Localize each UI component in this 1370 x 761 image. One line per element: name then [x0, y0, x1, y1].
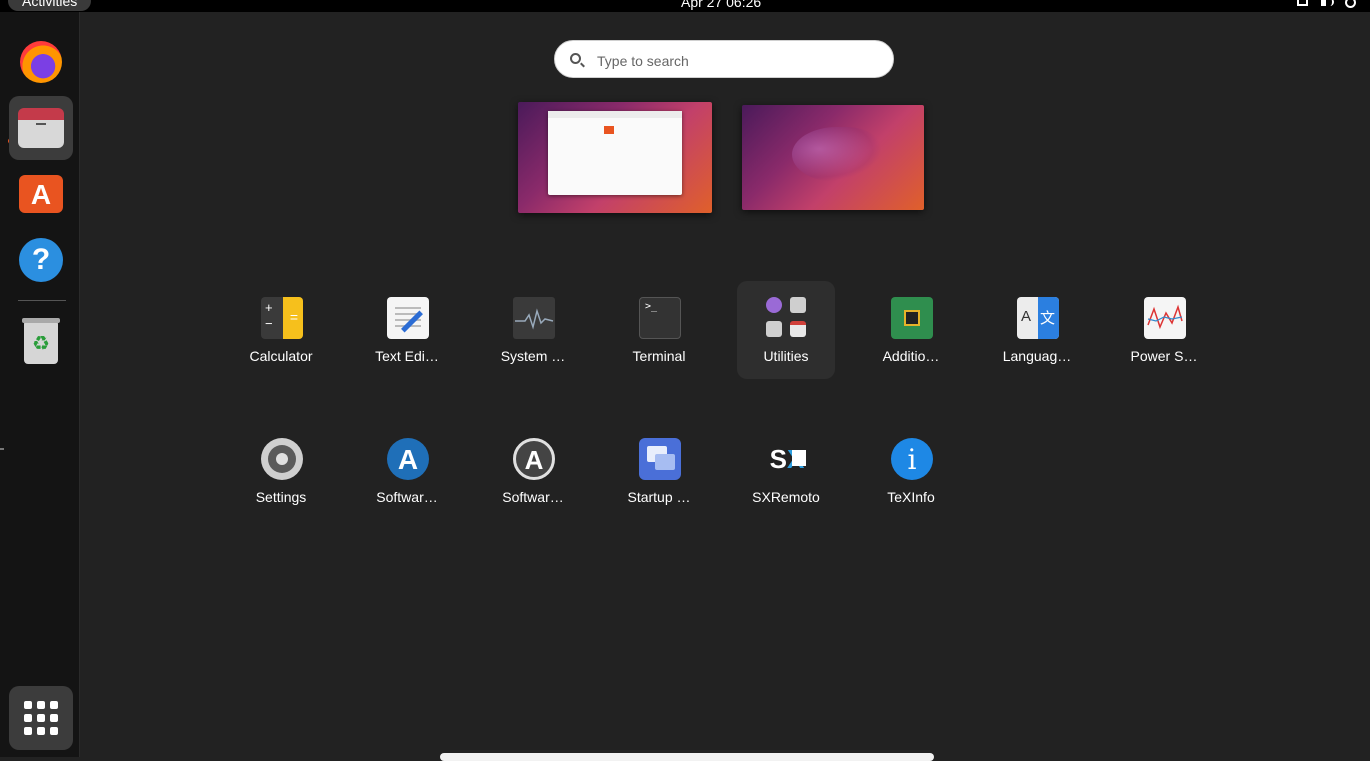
app-language-support[interactable]: A文 Languag… — [988, 281, 1086, 379]
app-label: System … — [500, 348, 566, 364]
language-support-icon: A文 — [1017, 297, 1059, 339]
app-sxremoto[interactable]: SX SXRemoto — [737, 422, 835, 520]
software-properties-icon: A — [513, 438, 555, 480]
dock-item-files[interactable] — [9, 96, 73, 160]
app-utilities-folder[interactable]: Utilities — [737, 281, 835, 379]
app-grid-dot — [37, 701, 45, 709]
dock-item-ubuntu-software[interactable]: A — [9, 162, 73, 226]
calculator-icon: + − = — [261, 297, 303, 339]
help-icon: ? — [19, 238, 63, 282]
network-icon[interactable] — [1296, 0, 1310, 8]
app-grid-dot — [37, 714, 45, 722]
app-software-properties[interactable]: A Softwar… — [484, 422, 582, 520]
app-startup-applications[interactable]: Startup … — [610, 422, 708, 520]
system-tray[interactable] — [1296, 0, 1358, 8]
app-system-monitor[interactable]: System … — [484, 281, 582, 379]
sxremoto-icon: SX — [766, 438, 808, 480]
app-grid-dot — [24, 727, 32, 735]
files-icon — [18, 108, 64, 148]
app-software-updater[interactable]: A Softwar… — [358, 422, 456, 520]
clock[interactable]: Apr 27 06:26 — [681, 0, 761, 10]
top-bar: Activities Apr 27 06:26 — [0, 0, 1370, 12]
firefox-icon — [20, 41, 62, 83]
app-label: Text Edi… — [375, 348, 439, 364]
folder-preview — [766, 321, 782, 337]
volume-icon[interactable] — [1320, 0, 1334, 8]
store-icon: A — [19, 175, 63, 213]
dock-item-firefox[interactable] — [9, 30, 73, 94]
app-calculator[interactable]: + − = Calculator — [232, 281, 330, 379]
power-statistics-icon — [1144, 297, 1186, 339]
app-additional-drivers[interactable]: Additio… — [862, 281, 960, 379]
texinfo-icon: i — [891, 438, 933, 480]
dock-item-help[interactable]: ? — [9, 228, 73, 292]
app-label: Startup … — [627, 489, 691, 505]
terminal-icon — [639, 297, 681, 339]
app-label: Terminal — [632, 348, 686, 364]
wallpaper-jellyfish — [792, 127, 882, 182]
settings-icon — [261, 438, 303, 480]
app-label: Softwar… — [502, 489, 564, 505]
app-texinfo[interactable]: i TeXInfo — [862, 422, 960, 520]
app-terminal[interactable]: Terminal — [610, 281, 708, 379]
search-bar[interactable] — [554, 40, 894, 78]
dock-separator — [18, 300, 66, 301]
show-applications-button[interactable] — [9, 686, 73, 750]
trash-icon: ♻ — [22, 318, 60, 364]
software-updater-icon: A — [387, 438, 429, 480]
edge-mark — [0, 448, 4, 450]
app-grid-icon — [24, 701, 32, 709]
app-grid-dot — [37, 727, 45, 735]
startup-applications-icon — [639, 438, 681, 480]
text-editor-icon — [387, 297, 429, 339]
app-text-editor[interactable]: Text Edi… — [358, 281, 456, 379]
app-grid-dot — [24, 714, 32, 722]
additional-drivers-icon — [891, 297, 933, 339]
app-label: Settings — [255, 489, 307, 505]
dock: A ? ♻ — [0, 12, 80, 757]
app-label: TeXInfo — [887, 489, 935, 505]
folder-preview — [790, 321, 806, 337]
search-input[interactable] — [595, 49, 879, 73]
app-label: Languag… — [1002, 348, 1072, 364]
workspace-thumbnail-2[interactable] — [742, 105, 924, 210]
app-grid-dot — [50, 701, 58, 709]
app-label: Softwar… — [376, 489, 438, 505]
app-grid-dot — [50, 714, 58, 722]
app-label: Additio… — [882, 348, 940, 364]
app-settings[interactable]: Settings — [232, 422, 330, 520]
app-label: Calculator — [249, 348, 313, 364]
app-label: Utilities — [763, 348, 809, 364]
dock-item-trash[interactable]: ♻ — [9, 310, 73, 374]
utilities-folder-icon — [766, 297, 808, 339]
app-grid-dot — [50, 727, 58, 735]
page-indicator[interactable] — [440, 753, 934, 761]
folder-preview — [766, 297, 782, 313]
search-icon — [570, 53, 581, 64]
power-icon[interactable] — [1344, 0, 1358, 8]
workspace-thumbnail-1[interactable] — [518, 102, 712, 213]
app-label: SXRemoto — [752, 489, 820, 505]
folder-preview — [790, 297, 806, 313]
app-label: Power S… — [1130, 348, 1198, 364]
window-thumbnail-files[interactable] — [548, 111, 682, 195]
app-power-statistics[interactable]: Power S… — [1115, 281, 1213, 379]
system-monitor-icon — [513, 297, 555, 339]
activities-button[interactable]: Activities — [8, 0, 92, 11]
